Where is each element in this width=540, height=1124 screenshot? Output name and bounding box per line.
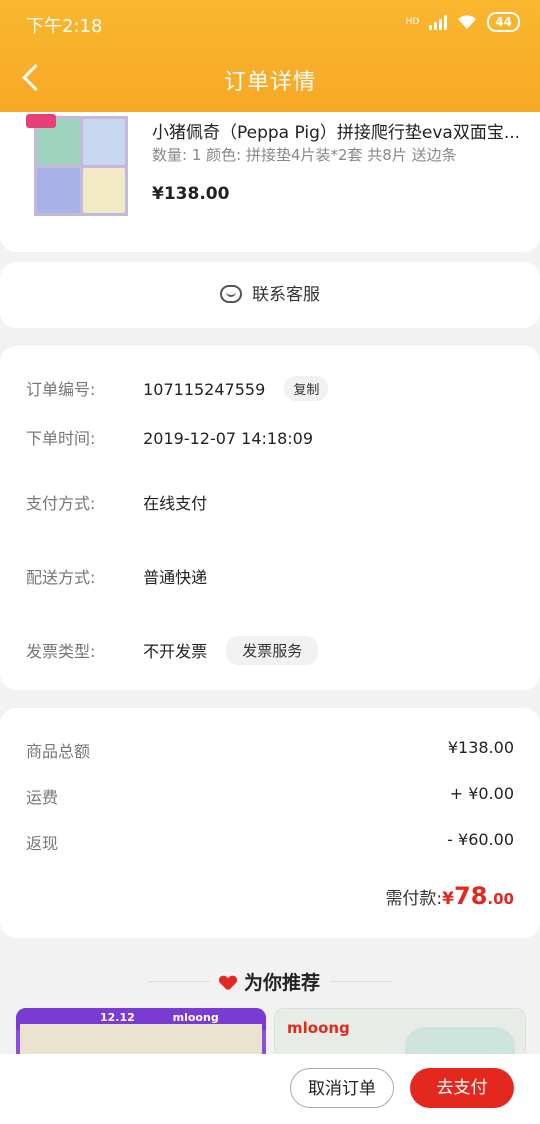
recommend-title: 为你推荐 [0, 968, 540, 995]
total-due-symbol: ¥ [442, 889, 455, 909]
pay-button[interactable]: 去支付 [410, 1068, 514, 1108]
amount-row: 返现 - ¥60.00 [26, 830, 514, 854]
cashback-label: 返现 [26, 834, 59, 853]
payment-method-value: 在线支付 [143, 494, 208, 513]
chat-icon [220, 285, 242, 303]
invoice-type-value: 不开发票 [143, 642, 208, 661]
order-time-row: 下单时间: 2019-12-07 14:18:09 [26, 425, 313, 449]
amount-row: 商品总额 ¥138.00 [26, 738, 514, 762]
order-number-value: 107115247559 [143, 380, 266, 399]
delivery-method-value: 普通快递 [143, 568, 208, 587]
delivery-method-row: 配送方式: 普通快递 [26, 564, 207, 588]
invoice-service-button[interactable]: 发票服务 [226, 636, 319, 665]
order-time-value: 2019-12-07 14:18:09 [143, 429, 314, 448]
product-thumbnail[interactable] [34, 116, 128, 216]
invoice-type-row: 发票类型: 不开发票 发票服务 [26, 636, 319, 665]
product-spec: 数量: 1 颜色: 拼接垫4片装*2套 共8片 送边条 [152, 146, 457, 164]
status-bar: 下午2:18 HD 44 [0, 0, 540, 44]
shipping-label: 运费 [26, 788, 59, 807]
subtotal-label: 商品总额 [26, 742, 91, 761]
shipping-value: + ¥0.00 [449, 784, 514, 803]
order-number-label: 订单编号: [26, 380, 96, 399]
delivery-method-label: 配送方式: [26, 568, 96, 587]
payment-method-label: 支付方式: [26, 494, 96, 513]
header: 下午2:18 HD 44 订单详情 [0, 0, 540, 112]
subtotal-value: ¥138.00 [447, 738, 514, 757]
brand-logo: mloong [287, 1019, 350, 1037]
total-due-decimal: .00 [487, 890, 514, 908]
contact-service-card[interactable]: 联系客服 [0, 262, 540, 328]
amount-row: 运费 + ¥0.00 [26, 784, 514, 808]
wifi-icon [458, 15, 477, 29]
order-number-row: 订单编号: 107115247559 复制 [26, 376, 329, 401]
cancel-order-button[interactable]: 取消订单 [290, 1068, 394, 1108]
promo-badge: 12.12 [100, 1011, 135, 1024]
brand-logo: mloong [172, 1011, 219, 1024]
network-type-label: HD [405, 17, 420, 27]
order-info-card: 订单编号: 107115247559 复制 下单时间: 2019-12-07 1… [0, 346, 540, 690]
nav-bar: 订单详情 [0, 44, 540, 112]
contact-service-label: 联系客服 [252, 285, 320, 305]
product-price: ¥138.00 [152, 184, 230, 204]
total-due-integer: 78 [454, 882, 488, 910]
invoice-type-label: 发票类型: [26, 642, 96, 661]
battery-icon: 44 [487, 12, 520, 32]
bottom-action-bar: 取消订单 去支付 [0, 1054, 540, 1124]
product-title[interactable]: 小猪佩奇（Peppa Pig）拼接爬行垫eva双面宝... [152, 118, 518, 143]
brand-logo [26, 114, 56, 128]
status-icons: HD 44 [406, 12, 520, 32]
signal-icon [429, 14, 448, 30]
order-time-label: 下单时间: [26, 429, 96, 448]
recommend-title-label: 为你推荐 [243, 972, 320, 994]
total-due-label: 需付款: [385, 889, 443, 909]
copy-button[interactable]: 复制 [284, 376, 329, 401]
cashback-value: - ¥60.00 [447, 830, 514, 849]
payment-method-row: 支付方式: 在线支付 [26, 490, 207, 514]
total-due: 需付款:¥78.00 [385, 882, 514, 910]
heart-icon [220, 976, 236, 990]
page-title: 订单详情 [223, 70, 316, 95]
contact-service-button[interactable]: 联系客服 [0, 280, 540, 305]
status-time: 下午2:18 [26, 16, 103, 37]
